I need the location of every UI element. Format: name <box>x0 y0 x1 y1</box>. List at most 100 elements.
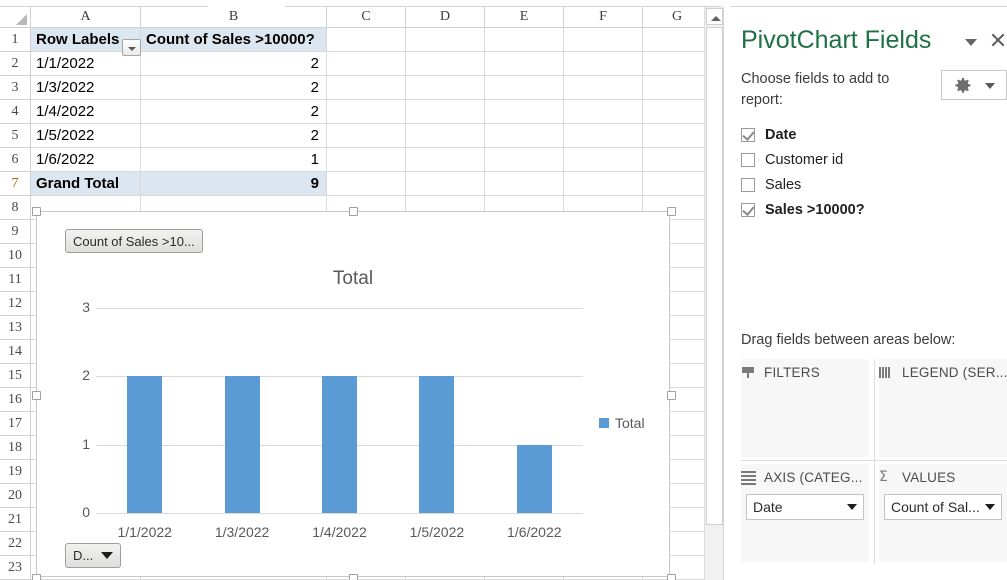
grid-cell[interactable] <box>643 76 712 100</box>
row-header-8[interactable]: 8 <box>0 196 31 220</box>
column-header-d[interactable]: D <box>406 7 485 28</box>
grid-cell[interactable] <box>327 148 406 172</box>
checkbox-checked-icon[interactable] <box>741 127 755 142</box>
resize-handle-sw[interactable] <box>32 574 41 580</box>
row-header-18[interactable]: 18 <box>0 436 31 460</box>
resize-handle-ne[interactable] <box>667 207 676 216</box>
row-header-9[interactable]: 9 <box>0 220 31 244</box>
field-list-item-customer-id[interactable]: Customer id <box>741 147 1001 172</box>
chevron-down-icon[interactable] <box>962 33 980 51</box>
area-axis-field-date[interactable]: Date <box>746 494 864 520</box>
row-header-6[interactable]: 6 <box>0 148 31 172</box>
grid-cell[interactable] <box>327 124 406 148</box>
resize-handle-n[interactable] <box>349 207 358 216</box>
area-legend[interactable]: LEGEND (SER... <box>879 359 1007 457</box>
resize-handle-w[interactable] <box>32 391 41 400</box>
grid-cell[interactable] <box>485 76 564 100</box>
grid-cell[interactable] <box>406 28 485 52</box>
grid-cell[interactable] <box>406 172 485 196</box>
scrollbar-thumb[interactable] <box>706 27 723 525</box>
grid-cell[interactable] <box>327 76 406 100</box>
grid-cell[interactable] <box>643 172 712 196</box>
close-icon[interactable] <box>989 31 1007 51</box>
grid-cell[interactable] <box>485 52 564 76</box>
grid-cell[interactable] <box>406 100 485 124</box>
chart-axis-field-button[interactable]: D... <box>65 543 122 568</box>
row-header-16[interactable]: 16 <box>0 388 31 412</box>
area-values[interactable]: Σ VALUES Count of Sal... <box>879 464 1007 562</box>
grid-cell[interactable] <box>564 172 643 196</box>
row-header-11[interactable]: 11 <box>0 268 31 292</box>
grid-cell[interactable] <box>643 28 712 52</box>
row-header-12[interactable]: 12 <box>0 292 31 316</box>
row-header-3[interactable]: 3 <box>0 76 31 100</box>
row-labels-filter-button[interactable] <box>122 39 141 56</box>
grid-cell[interactable] <box>485 172 564 196</box>
checkbox-unchecked-icon[interactable] <box>741 152 755 167</box>
row-header-2[interactable]: 2 <box>0 52 31 76</box>
pivot-row-label[interactable]: 1/6/2022 <box>31 148 141 172</box>
pivot-header-value[interactable]: Count of Sales >10000? <box>141 28 327 52</box>
column-header-f[interactable]: F <box>564 7 643 28</box>
grid-cell[interactable] <box>406 124 485 148</box>
checkbox-unchecked-icon[interactable] <box>741 177 755 192</box>
resize-handle-e[interactable] <box>667 391 676 400</box>
field-list-item-sales[interactable]: Sales <box>741 172 1001 197</box>
worksheet-grid[interactable]: ABCDEFG 1 2 3 4 5 6 7 8 9 10 11 12 13 14 15 16 17 18 19 20 2… <box>0 7 723 580</box>
chart-bar[interactable] <box>224 376 260 513</box>
grid-cell[interactable] <box>643 100 712 124</box>
row-header-7[interactable]: 7 <box>0 172 31 196</box>
grid-cell[interactable] <box>327 172 406 196</box>
pivot-grand-total-value[interactable]: 9 <box>141 172 327 196</box>
pivot-row-value[interactable]: 2 <box>141 100 327 124</box>
chart-bar[interactable] <box>516 444 552 513</box>
grid-cell[interactable] <box>485 148 564 172</box>
column-header-e[interactable]: E <box>485 7 564 28</box>
select-all-corner[interactable] <box>0 7 31 28</box>
row-header-22[interactable]: 22 <box>0 532 31 556</box>
grid-cell[interactable] <box>643 148 712 172</box>
chart-bar[interactable] <box>419 376 455 513</box>
grid-cell[interactable] <box>643 52 712 76</box>
area-filters[interactable]: FILTERS <box>741 359 869 457</box>
row-header-19[interactable]: 19 <box>0 460 31 484</box>
row-header-21[interactable]: 21 <box>0 508 31 532</box>
pivot-row-label[interactable]: 1/4/2022 <box>31 100 141 124</box>
checkbox-checked-icon[interactable] <box>741 202 755 217</box>
grid-cell[interactable] <box>406 52 485 76</box>
grid-cell[interactable] <box>406 148 485 172</box>
field-list-item-date[interactable]: Date <box>741 122 1001 147</box>
chart-bar[interactable] <box>127 376 163 513</box>
grid-cell[interactable] <box>564 148 643 172</box>
grid-cell[interactable] <box>485 28 564 52</box>
area-axis[interactable]: AXIS (CATEG... Date <box>741 464 869 562</box>
area-values-field-count[interactable]: Count of Sal... <box>884 494 1002 520</box>
row-header-23[interactable]: 23 <box>0 556 31 580</box>
grid-cell[interactable] <box>327 100 406 124</box>
resize-handle-se[interactable] <box>667 574 676 580</box>
chart-series-field-button[interactable]: Count of Sales >10... <box>65 229 203 253</box>
resize-handle-s[interactable] <box>349 574 358 580</box>
grid-cell[interactable] <box>564 28 643 52</box>
row-header-4[interactable]: 4 <box>0 100 31 124</box>
resize-handle-nw[interactable] <box>32 207 41 216</box>
grid-cell[interactable] <box>643 124 712 148</box>
pivot-row-label[interactable]: 1/3/2022 <box>31 76 141 100</box>
chart-bar[interactable] <box>322 376 357 513</box>
column-header-b[interactable]: B <box>141 7 327 28</box>
row-header-5[interactable]: 5 <box>0 124 31 148</box>
scroll-up-button[interactable] <box>706 8 723 25</box>
vertical-scrollbar[interactable] <box>704 7 723 580</box>
chart-legend[interactable]: Total <box>599 415 645 431</box>
row-header-10[interactable]: 10 <box>0 244 31 268</box>
grid-cell[interactable] <box>564 124 643 148</box>
pivot-row-label[interactable]: 1/5/2022 <box>31 124 141 148</box>
column-header-g[interactable]: G <box>643 7 712 28</box>
field-list-tools-button[interactable] <box>941 70 1007 100</box>
pivot-grand-total-label[interactable]: Grand Total <box>31 172 141 196</box>
grid-cell[interactable] <box>564 76 643 100</box>
grid-cell[interactable] <box>564 100 643 124</box>
grid-cell[interactable] <box>564 52 643 76</box>
column-header-a[interactable]: A <box>31 7 141 28</box>
grid-cell[interactable] <box>406 76 485 100</box>
